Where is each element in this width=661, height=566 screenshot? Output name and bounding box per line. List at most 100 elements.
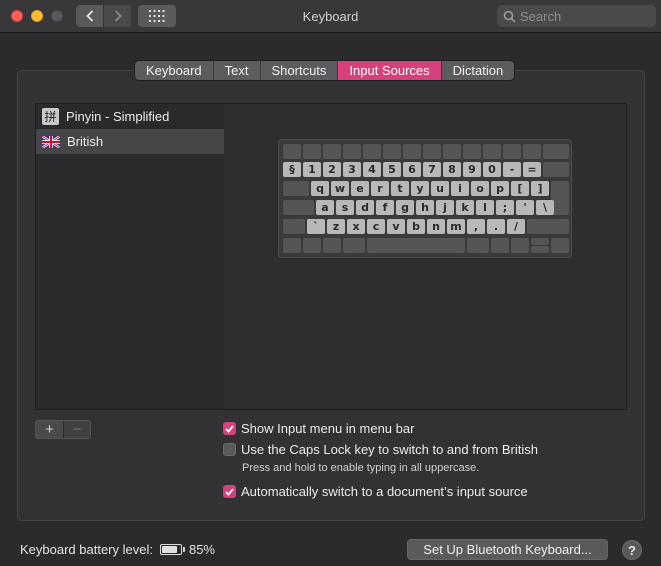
key: 5 <box>383 162 401 177</box>
key-control <box>303 238 321 253</box>
battery-label: Keyboard battery level: <box>20 542 153 557</box>
caps-lock-hint: Press and hold to enable typing in all u… <box>242 462 480 474</box>
tab-dictation[interactable]: Dictation <box>442 61 515 80</box>
show-input-menu-checkbox[interactable] <box>223 422 236 435</box>
key: 4 <box>363 162 381 177</box>
key-fn <box>443 144 461 159</box>
key-tab <box>283 181 309 196</box>
key: z <box>327 219 345 234</box>
key: e <box>351 181 369 196</box>
key-fn <box>463 144 481 159</box>
pinyin-icon: 拼 <box>42 108 59 125</box>
key-option <box>491 238 509 253</box>
key: s <box>336 200 354 215</box>
key-fn <box>423 144 441 159</box>
key: t <box>391 181 409 196</box>
show-input-menu-label: Show Input menu in menu bar <box>241 421 415 436</box>
battery-fill <box>161 546 178 553</box>
key-shift-right <box>527 219 569 234</box>
key: 1 <box>303 162 321 177</box>
tab-text[interactable]: Text <box>214 61 261 80</box>
key-command <box>343 238 365 253</box>
key: - <box>503 162 521 177</box>
key: w <box>331 181 349 196</box>
key: l <box>476 200 494 215</box>
checkmark-icon <box>225 424 234 433</box>
tab-bar: Keyboard Text Shortcuts Input Sources Di… <box>134 60 516 81</box>
key: y <box>411 181 429 196</box>
key: 6 <box>403 162 421 177</box>
key: / <box>507 219 525 234</box>
key: ] <box>531 181 549 196</box>
key-shift-left <box>283 219 305 234</box>
tab-keyboard[interactable]: Keyboard <box>135 61 214 80</box>
help-button[interactable]: ? <box>622 540 642 560</box>
key-arrow-down <box>531 246 549 253</box>
key-arrow-up <box>531 238 549 245</box>
tab-input-sources[interactable]: Input Sources <box>338 61 442 80</box>
key-fn <box>403 144 421 159</box>
key: 7 <box>423 162 441 177</box>
key-fn <box>543 144 569 159</box>
source-label: British <box>67 134 104 149</box>
tab-shortcuts[interactable]: Shortcuts <box>261 61 339 80</box>
key: , <box>467 219 485 234</box>
key-space <box>367 238 465 253</box>
key-option <box>323 238 341 253</box>
battery-icon <box>159 544 185 555</box>
caps-lock-label: Use the Caps Lock key to switch to and f… <box>241 442 538 457</box>
battery-status: Keyboard battery level: 85% <box>20 542 215 557</box>
auto-switch-checkbox[interactable] <box>223 485 236 498</box>
battery-value: 85% <box>188 542 215 557</box>
key: . <box>487 219 505 234</box>
checkmark-icon <box>225 487 234 496</box>
auto-switch-label: Automatically switch to a document’s inp… <box>241 484 528 499</box>
key: § <box>283 162 301 177</box>
key-fn <box>523 144 541 159</box>
key-fn-mod <box>283 238 301 253</box>
key: m <box>447 219 465 234</box>
key: 3 <box>343 162 361 177</box>
key: ; <box>496 200 514 215</box>
key-fn <box>383 144 401 159</box>
key: i <box>451 181 469 196</box>
key: 2 <box>323 162 341 177</box>
key-arrow-right <box>551 238 569 253</box>
key-fn <box>283 144 301 159</box>
key-fn <box>303 144 321 159</box>
key: r <box>371 181 389 196</box>
key: j <box>436 200 454 215</box>
key-caps-lock <box>283 200 314 215</box>
key: b <box>407 219 425 234</box>
key-fn <box>343 144 361 159</box>
source-item-british[interactable]: British <box>36 129 224 154</box>
key: = <box>523 162 541 177</box>
search-input[interactable] <box>520 8 650 24</box>
source-label: Pinyin - Simplified <box>66 109 170 124</box>
search-field[interactable] <box>497 5 656 27</box>
key: ` <box>307 219 325 234</box>
key-fn <box>363 144 381 159</box>
keyboard-viewer: § 1 2 3 4 5 6 7 8 9 0 - = q w e r t y u … <box>278 139 572 258</box>
key-delete <box>543 162 569 177</box>
auto-switch-option[interactable]: Automatically switch to a document’s inp… <box>223 484 528 499</box>
add-source-button[interactable]: + <box>36 421 63 438</box>
key: q <box>311 181 329 196</box>
caps-lock-checkbox[interactable] <box>223 443 236 456</box>
caps-lock-option[interactable]: Use the Caps Lock key to switch to and f… <box>223 442 538 457</box>
setup-bluetooth-keyboard-button[interactable]: Set Up Bluetooth Keyboard... <box>407 539 608 560</box>
remove-source-button[interactable]: − <box>62 421 90 438</box>
key: d <box>356 200 374 215</box>
key-command <box>467 238 489 253</box>
key: 0 <box>483 162 501 177</box>
show-input-menu-option[interactable]: Show Input menu in menu bar <box>223 421 414 436</box>
key: x <box>347 219 365 234</box>
key: ' <box>516 200 534 215</box>
key: g <box>396 200 414 215</box>
key-fn <box>483 144 501 159</box>
key: o <box>471 181 489 196</box>
source-item-pinyin[interactable]: 拼 Pinyin - Simplified <box>36 104 224 129</box>
key-fn <box>503 144 521 159</box>
key: v <box>387 219 405 234</box>
key: 9 <box>463 162 481 177</box>
